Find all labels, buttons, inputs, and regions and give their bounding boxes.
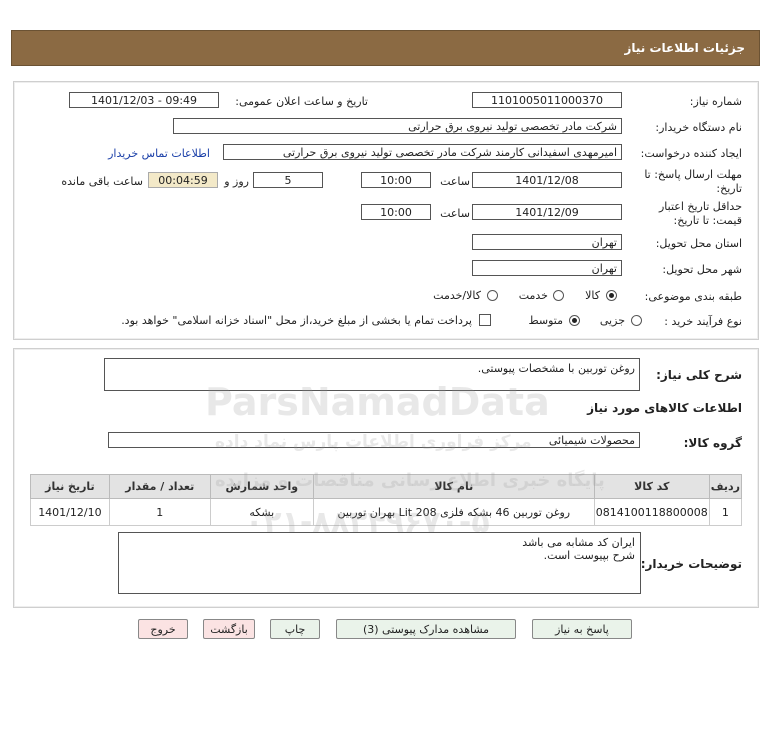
col-unit: واحد شمارش bbox=[209, 474, 314, 499]
buyer-notes-field: ایران کد مشابه می باشد شرح بپیوست است. bbox=[118, 532, 641, 594]
cell-name: روغن توربین 46 بشکه فلزی 208 Lit بهران ت… bbox=[312, 498, 595, 526]
summary-label: شرح کلی نیاز: bbox=[656, 368, 742, 382]
validity-time-field: 10:00 bbox=[361, 204, 431, 220]
goods-table: ردیف کد کالا نام کالا واحد شمارش تعداد /… bbox=[30, 474, 743, 526]
cell-code: 0814100118800008 bbox=[593, 498, 710, 526]
process-medium-label: متوسط bbox=[528, 314, 563, 327]
days-label: روز و bbox=[224, 175, 249, 188]
category-service-radio[interactable] bbox=[553, 290, 564, 301]
remaining-time-field: 00:04:59 bbox=[148, 172, 218, 188]
reply-deadline-label: مهلت ارسال پاسخ: تا تاریخ: bbox=[644, 168, 742, 195]
buyer-notes-line-2: شرح بپیوست است. bbox=[543, 549, 635, 562]
process-minor-label: جزیی bbox=[599, 314, 625, 327]
goods-group-label: گروه کالا: bbox=[683, 436, 742, 450]
col-row: ردیف bbox=[708, 474, 743, 499]
process-medium-radio[interactable] bbox=[569, 315, 580, 326]
page-title-bar: جزئیات اطلاعات نیاز bbox=[11, 30, 760, 66]
view-attachments-button[interactable]: مشاهده مدارک پیوستی (3) bbox=[336, 619, 516, 639]
col-code: کد کالا bbox=[593, 474, 710, 499]
need-number-field: 1101005011000370 bbox=[472, 92, 622, 108]
validity-label: حداقل تاریخ اعتبار قیمت: تا تاریخ: bbox=[658, 200, 742, 227]
table-row: 1 0814100118800008 روغن توربین 46 بشکه ف… bbox=[30, 498, 743, 526]
buyer-notes-label: توضیحات خریدار: bbox=[640, 557, 742, 571]
cell-row: 1 bbox=[708, 498, 743, 526]
exit-button[interactable]: خروج bbox=[138, 619, 188, 639]
process-label: نوع فرآیند خرید : bbox=[664, 315, 742, 328]
province-label: استان محل تحویل: bbox=[655, 237, 742, 250]
summary-field: روغن توربین با مشخصات پیوستی. bbox=[104, 358, 640, 391]
treasury-payment-note: پرداخت تمام یا بخشی از مبلغ خرید،از محل … bbox=[121, 314, 472, 327]
city-field: تهران bbox=[472, 260, 622, 276]
reply-time-label: ساعت bbox=[440, 175, 470, 188]
treasury-payment-checkbox[interactable] bbox=[479, 314, 491, 326]
print-button[interactable]: چاپ bbox=[270, 619, 320, 639]
reply-date-field: 1401/12/08 bbox=[472, 172, 622, 188]
category-service-label: خدمت bbox=[518, 289, 548, 302]
announce-field: 1401/12/03 - 09:49 bbox=[69, 92, 219, 108]
buyer-org-field: شرکت مادر تخصصی تولید نیروی برق حرارتی bbox=[173, 118, 622, 134]
goods-section-title: اطلاعات کالاهای مورد نیاز bbox=[587, 401, 742, 415]
province-field: تهران bbox=[472, 234, 622, 250]
remaining-label: ساعت باقی مانده bbox=[61, 175, 143, 188]
reply-button[interactable]: پاسخ به نیاز bbox=[532, 619, 632, 639]
cell-qty: 1 bbox=[108, 498, 211, 526]
page-title: جزئیات اطلاعات نیاز bbox=[624, 41, 745, 55]
category-goods-service-label: کالا/خدمت bbox=[433, 289, 481, 302]
creator-field: امیرمهدی اسفیدانی کارمند شرکت مادر تخصصی… bbox=[223, 144, 622, 160]
buyer-org-label: نام دستگاه خریدار: bbox=[655, 121, 742, 134]
reply-time-field: 10:00 bbox=[361, 172, 431, 188]
process-minor-radio[interactable] bbox=[631, 315, 642, 326]
announce-label: تاریخ و ساعت اعلان عمومی: bbox=[235, 95, 368, 108]
validity-time-label: ساعت bbox=[440, 207, 470, 220]
col-qty: تعداد / مقدار bbox=[108, 474, 211, 499]
contact-buyer-link[interactable]: اطلاعات تماس خریدار bbox=[108, 147, 210, 160]
goods-group-field: محصولات شیمیائی bbox=[108, 432, 640, 448]
col-date: تاریخ نیاز bbox=[30, 474, 110, 499]
creator-label: ایجاد کننده درخواست: bbox=[640, 147, 742, 160]
back-button[interactable]: بازگشت bbox=[203, 619, 255, 639]
col-name: نام کالا bbox=[312, 474, 595, 499]
category-goods-service-radio[interactable] bbox=[487, 290, 498, 301]
validity-date-field: 1401/12/09 bbox=[472, 204, 622, 220]
cell-unit: بشکه bbox=[209, 498, 314, 526]
city-label: شهر محل تحویل: bbox=[662, 263, 742, 276]
category-goods-radio[interactable] bbox=[606, 290, 617, 301]
buyer-notes-line-1: ایران کد مشابه می باشد bbox=[522, 536, 635, 549]
category-label: طبقه بندی موضوعی: bbox=[644, 290, 742, 303]
need-number-label: شماره نیاز: bbox=[689, 95, 742, 108]
category-goods-label: کالا bbox=[585, 289, 600, 302]
cell-date: 1401/12/10 bbox=[30, 498, 110, 526]
days-field: 5 bbox=[253, 172, 323, 188]
